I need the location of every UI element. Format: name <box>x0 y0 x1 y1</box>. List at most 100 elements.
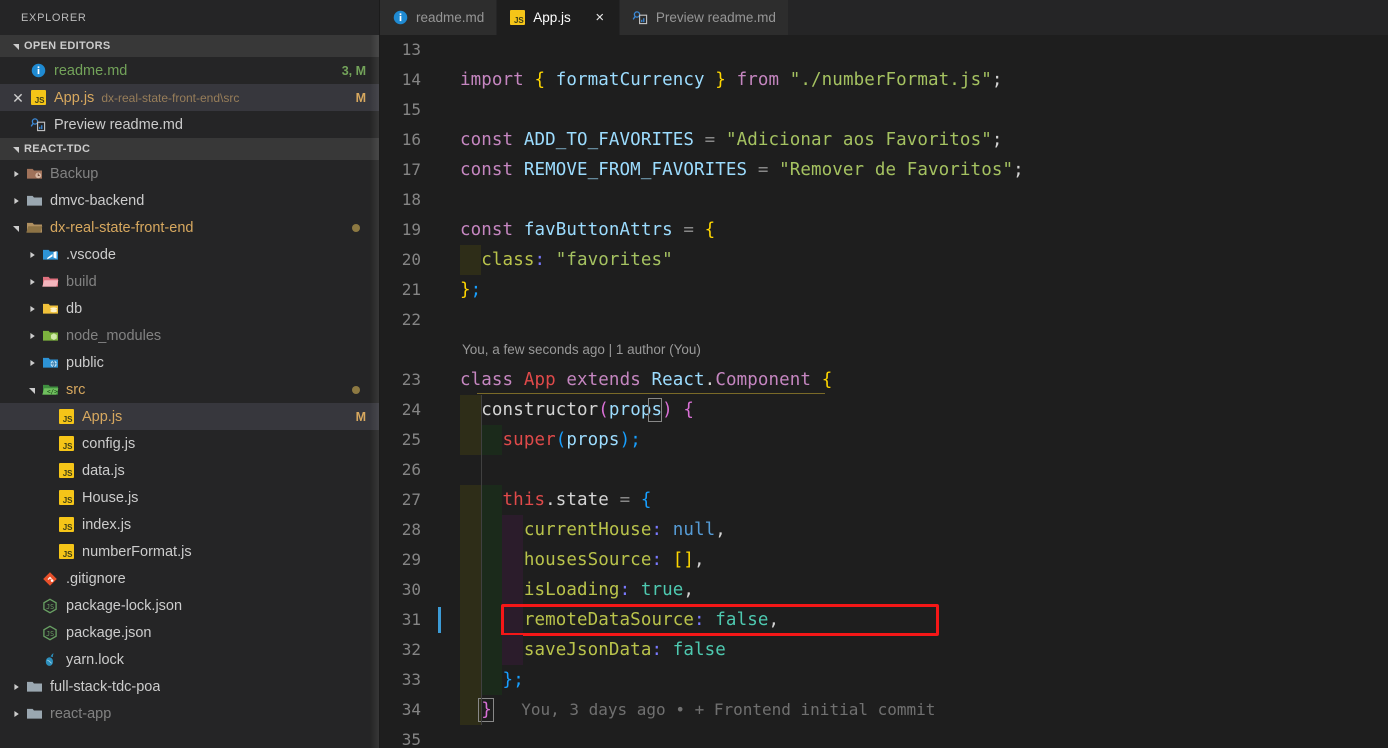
indent-guide-line <box>481 515 483 545</box>
code-line[interactable]: 23 class App extends React.Component { <box>380 365 1388 395</box>
chevron-right-icon[interactable] <box>24 355 40 371</box>
tree-item-full-stack-tdc-poa[interactable]: full-stack-tdc-poa <box>0 673 380 700</box>
line-number: 20 <box>401 250 421 269</box>
code-line[interactable]: 14 import { formatCurrency } from "./numb… <box>380 65 1388 95</box>
tree-item-dx-real-state-front-end[interactable]: dx-real-state-front-end <box>0 214 380 241</box>
code-line[interactable]: 18 <box>380 185 1388 215</box>
code-line[interactable]: 34 } You, 3 days ago • + Frontend initial… <box>380 695 1388 725</box>
chevron-right-icon[interactable] <box>24 328 40 344</box>
code-line[interactable]: 16 const ADD_TO_FAVORITES = "Adicionar ao… <box>380 125 1388 155</box>
chevron-right-icon[interactable] <box>8 166 24 182</box>
tree-item-app-js[interactable]: JS App.js M <box>0 403 380 430</box>
git-icon <box>40 570 60 588</box>
no-twisty <box>24 652 40 668</box>
chevron-down-icon[interactable] <box>8 220 24 236</box>
code-editor[interactable]: 13 14 import { formatCurrency } from "./nu… <box>380 35 1388 748</box>
open-editor-appjs[interactable]: ✕ JS App.js dx-real-state-front-end\src … <box>0 84 380 111</box>
codelens-blame-annotation[interactable]: You, a few seconds ago | 1 author (You) <box>462 335 701 365</box>
folder-icon <box>24 705 44 723</box>
code-line[interactable]: 25 super(props); <box>380 425 1388 455</box>
tree-item-label: dx-real-state-front-end <box>50 219 194 236</box>
line-number: 17 <box>401 160 421 179</box>
open-editor-preview-readme[interactable]: Preview readme.md <box>0 111 380 138</box>
indent-guide-line <box>481 545 483 575</box>
code-line[interactable]: 15 <box>380 95 1388 125</box>
tree-item-src[interactable]: </> src <box>0 376 380 403</box>
no-twisty <box>40 463 56 479</box>
chevron-down-icon[interactable] <box>24 382 40 398</box>
code-line[interactable]: 17 const REMOVE_FROM_FAVORITES = "Remover… <box>380 155 1388 185</box>
tree-item-data-js[interactable]: JS data.js <box>0 457 380 484</box>
code-line[interactable]: 26 <box>380 455 1388 485</box>
tab-preview-readme-md[interactable]: Preview readme.md <box>619 0 789 35</box>
code-line[interactable]: 28 currentHouse: null, <box>380 515 1388 545</box>
tree-item-config-js[interactable]: JS config.js <box>0 430 380 457</box>
line-number: 16 <box>401 130 421 149</box>
code-text: const ADD_TO_FAVORITES = "Adicionar aos … <box>460 130 1003 150</box>
code-line[interactable]: 33 }; <box>380 665 1388 695</box>
workspace-section-header[interactable]: REACT-TDC <box>0 138 380 160</box>
tab-app-js[interactable]: JS App.js × <box>497 0 620 35</box>
code-line[interactable]: 24 constructor(props) { <box>380 395 1388 425</box>
close-icon[interactable]: ✕ <box>8 91 28 105</box>
tree-item-package-lock-json[interactable]: JS package-lock.json <box>0 592 380 619</box>
tree-item-label: node_modules <box>66 327 162 344</box>
line-number: 18 <box>401 190 421 209</box>
code-line[interactable]: 19 const favButtonAttrs = { <box>380 215 1388 245</box>
line-number: 33 <box>401 670 421 689</box>
code-line[interactable]: 29 housesSource: [], <box>380 545 1388 575</box>
chevron-right-icon[interactable] <box>24 301 40 317</box>
indent-guide-line <box>481 485 483 515</box>
chevron-right-icon[interactable] <box>8 679 24 695</box>
svg-text:JS: JS <box>46 629 54 637</box>
open-editor-readme[interactable]: readme.md 3, M <box>0 57 380 84</box>
tree-item-house-js[interactable]: JS House.js <box>0 484 380 511</box>
code-text: import { formatCurrency } from "./number… <box>460 70 1003 90</box>
line-number: 25 <box>401 430 421 449</box>
chevron-right-icon[interactable] <box>24 247 40 263</box>
chevron-right-icon[interactable] <box>24 274 40 290</box>
open-editors-section-header[interactable]: OPEN EDITORS <box>0 35 380 57</box>
tab-readme-md[interactable]: readme.md <box>380 0 498 35</box>
folder-public-icon <box>40 354 60 372</box>
tree-item-dmvc-backend[interactable]: dmvc-backend <box>0 187 380 214</box>
status-badge: M <box>355 90 366 105</box>
tree-item--gitignore[interactable]: .gitignore <box>0 565 380 592</box>
code-line[interactable]: 31 remoteDataSource: false, <box>380 605 1388 635</box>
indent-guide-line <box>481 455 483 485</box>
code-line[interactable]: 30 isLoading: true, <box>380 575 1388 605</box>
chevron-right-icon[interactable] <box>8 193 24 209</box>
line-number: 29 <box>401 550 421 569</box>
codelens-row: You, a few seconds ago | 1 author (You) <box>380 335 1388 365</box>
code-text: remoteDataSource: false, <box>523 610 780 630</box>
tree-item-public[interactable]: public <box>0 349 380 376</box>
code-line[interactable]: 22 <box>380 305 1388 335</box>
tree-item-index-js[interactable]: JS index.js <box>0 511 380 538</box>
line-number: 19 <box>401 220 421 239</box>
code-line[interactable]: 32 saveJsonData: false <box>380 635 1388 665</box>
code-text: this.state = { <box>502 490 652 510</box>
line-number: 24 <box>401 400 421 419</box>
tree-item-db[interactable]: db <box>0 295 380 322</box>
code-text: }; <box>460 280 482 300</box>
tree-item-backup[interactable]: Backup <box>0 160 380 187</box>
close-icon[interactable]: × <box>593 10 607 25</box>
tree-item-node-modules[interactable]: node_modules <box>0 322 380 349</box>
code-line[interactable]: 35 <box>380 725 1388 748</box>
code-line[interactable]: 20 class: "favorites" <box>380 245 1388 275</box>
explorer-sidebar: EXPLORER OPEN EDITORS readme.md 3, M ✕ J… <box>0 0 380 748</box>
code-line[interactable]: 27 this.state = { <box>380 485 1388 515</box>
svg-text:</>: </> <box>46 389 57 396</box>
tree-item-build[interactable]: build <box>0 268 380 295</box>
tree-item-yarn-lock[interactable]: yarn.lock <box>0 646 380 673</box>
code-line[interactable]: 21}; <box>380 275 1388 305</box>
tree-item-package-json[interactable]: JS package.json <box>0 619 380 646</box>
code-line[interactable]: 13 <box>380 35 1388 65</box>
tree-item--vscode[interactable]: .vscode <box>0 241 380 268</box>
chevron-right-icon[interactable] <box>8 706 24 722</box>
tree-item-label: data.js <box>82 462 125 479</box>
line-number: 31 <box>401 610 421 629</box>
tree-item-numberformat-js[interactable]: JS numberFormat.js <box>0 538 380 565</box>
folder-src-icon: </> <box>40 381 60 399</box>
tree-item-react-app[interactable]: react-app <box>0 700 380 727</box>
